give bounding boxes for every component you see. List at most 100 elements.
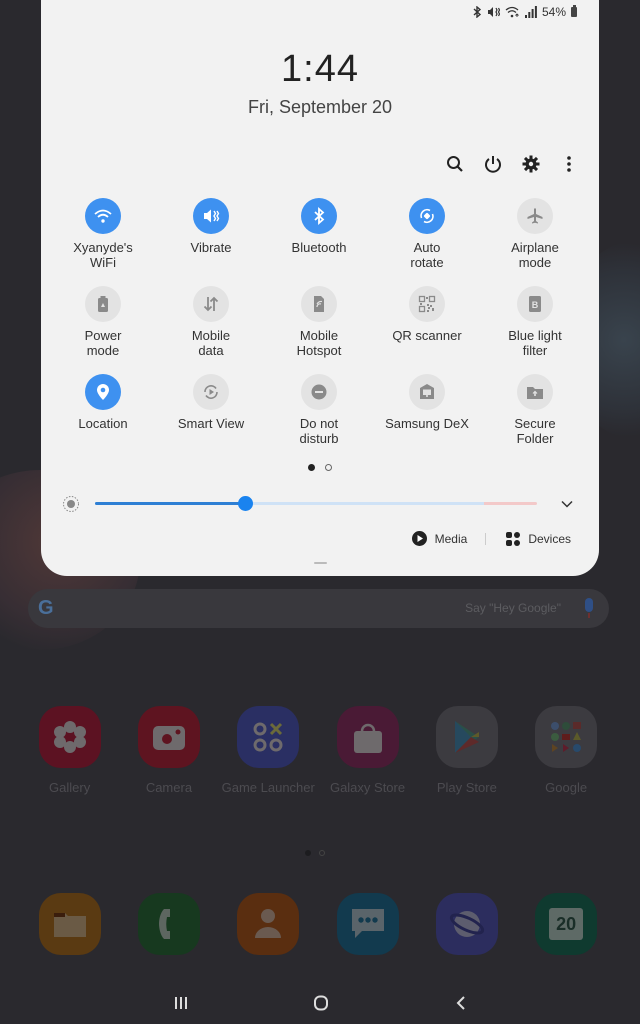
status-bar: 54%: [473, 4, 577, 20]
tile-do-not-disturb[interactable]: Do not disturb: [265, 374, 373, 446]
tile-label: Samsung DeX: [385, 416, 469, 431]
dock-messages-icon[interactable]: [336, 893, 399, 955]
tile-label: Power mode: [84, 328, 122, 358]
tile-label: Airplane mode: [511, 240, 559, 270]
dock-slot: 20: [516, 893, 615, 955]
home-page-indicator: [305, 850, 325, 856]
tile-power-mode[interactable]: Power mode: [49, 286, 157, 358]
app-play-store[interactable]: Play Store: [417, 706, 516, 795]
secure-folder-icon: [517, 374, 553, 410]
app-gallery[interactable]: Gallery: [20, 706, 119, 795]
google-search-bar[interactable]: G Say "Hey Google": [28, 589, 609, 628]
google-icon: [535, 706, 598, 768]
tile-label: Vibrate: [190, 240, 232, 255]
data-arrows-icon: [193, 286, 229, 322]
tile-smart-view[interactable]: Smart View: [157, 374, 265, 446]
tile-label: Smart View: [177, 416, 245, 431]
brightness-sun-icon: [63, 496, 79, 512]
power-icon: [485, 156, 501, 173]
tile-label: Do not disturb: [299, 416, 339, 446]
media-button[interactable]: Media: [411, 531, 468, 546]
more-icon: [567, 156, 571, 172]
home-button[interactable]: [301, 986, 341, 1020]
settings-button[interactable]: [521, 150, 541, 178]
dock-slot: [318, 893, 417, 955]
panel-drag-handle[interactable]: [314, 562, 327, 564]
battery-percent: 54%: [541, 5, 566, 19]
app-galaxy-store[interactable]: Galaxy Store: [318, 706, 417, 795]
camera-icon: [137, 706, 200, 768]
signal-icon: [524, 6, 537, 18]
back-icon: [456, 996, 465, 1010]
page-dot-active[interactable]: [308, 464, 315, 471]
tile-label: Auto rotate: [410, 240, 444, 270]
vibrate-icon: [487, 7, 500, 17]
media-label: Media: [434, 531, 468, 546]
chevron-down-icon[interactable]: [559, 496, 575, 512]
rotate-icon: [409, 198, 445, 234]
qr-icon: [409, 286, 445, 322]
app-label: Galaxy Store: [329, 780, 406, 795]
brightness-thumb[interactable]: [238, 496, 254, 511]
quick-tiles-grid: Xyanyde's WiFi Vibrate Bluetooth Auto rotat…: [49, 198, 589, 446]
dock-phone-icon[interactable]: [137, 893, 200, 955]
search-icon: [447, 156, 463, 172]
tile-qr-scanner[interactable]: QR scanner: [373, 286, 481, 358]
devices-button[interactable]: Devices: [506, 531, 571, 546]
tile-label: Xyanyde's WiFi: [73, 240, 133, 270]
dock-calendar-icon[interactable]: 20: [535, 893, 598, 955]
panel-toolbar: [445, 150, 579, 178]
devices-grid-icon: [506, 531, 521, 546]
page-dot[interactable]: [325, 464, 332, 471]
tile-vibrate[interactable]: Vibrate: [157, 198, 265, 270]
recents-button[interactable]: [161, 986, 201, 1020]
app-label: Google: [545, 780, 588, 795]
tile-location[interactable]: Location: [49, 374, 157, 446]
tile-auto-rotate[interactable]: Auto rotate: [373, 198, 481, 270]
divider: [485, 532, 487, 545]
app-camera[interactable]: Camera: [119, 706, 218, 795]
power-button[interactable]: [483, 150, 503, 178]
panel-page-indicator: [41, 464, 599, 471]
app-game-launcher[interactable]: Game Launcher: [219, 706, 318, 795]
app-label: Play Store: [436, 780, 497, 795]
dock-internet-icon[interactable]: [435, 893, 498, 955]
app-grid: Gallery Camera Game Launcher Galaxy Store Pl…: [20, 706, 620, 795]
tile-mobile-data[interactable]: Mobile data: [157, 286, 265, 358]
wifi-icon: [505, 6, 519, 18]
play-store-icon: [435, 706, 498, 768]
tile-bluetooth[interactable]: Bluetooth: [265, 198, 373, 270]
microphone-icon[interactable]: [585, 598, 593, 618]
dock-my-files-icon[interactable]: [38, 893, 101, 955]
battery-icon: [571, 5, 577, 17]
tile-label: Mobile Hotspot: [296, 328, 342, 358]
page-dot-active: [305, 850, 311, 856]
dock-slot: [219, 893, 318, 955]
dex-icon: [409, 374, 445, 410]
clock[interactable]: 1:44: [41, 48, 599, 91]
location-pin-icon: [85, 374, 121, 410]
media-devices-row: Media Devices: [411, 531, 571, 546]
tile-samsung-dex[interactable]: Samsung DeX: [373, 374, 481, 446]
app-label: Game Launcher: [221, 780, 315, 795]
tile-label: Location: [78, 416, 128, 431]
date[interactable]: Fri, September 20: [41, 97, 599, 118]
tile-secure-folder[interactable]: Secure Folder: [481, 374, 589, 446]
dock-contacts-icon[interactable]: [237, 893, 300, 955]
dock-slot: [20, 893, 119, 955]
tile-blue-light-filter[interactable]: B Blue light filter: [481, 286, 589, 358]
app-google[interactable]: Google: [516, 706, 615, 795]
more-options-button[interactable]: [559, 150, 579, 178]
search-hint: Say "Hey Google": [465, 601, 561, 615]
quick-settings-panel: 54% 1:44 Fri, September 20 Xyanyde's WiF…: [41, 0, 599, 576]
tile-xyanyde-s-wifi[interactable]: Xyanyde's WiFi: [49, 198, 157, 270]
play-circle-icon: [411, 531, 427, 546]
search-button[interactable]: [445, 150, 465, 178]
tile-label: Mobile data: [191, 328, 231, 358]
calendar-date: 20: [549, 908, 584, 940]
airplane-icon: [517, 198, 553, 234]
brightness-slider[interactable]: [95, 496, 537, 511]
tile-airplane-mode[interactable]: Airplane mode: [481, 198, 589, 270]
tile-mobile-hotspot[interactable]: Mobile Hotspot: [265, 286, 373, 358]
back-button[interactable]: [442, 986, 482, 1020]
